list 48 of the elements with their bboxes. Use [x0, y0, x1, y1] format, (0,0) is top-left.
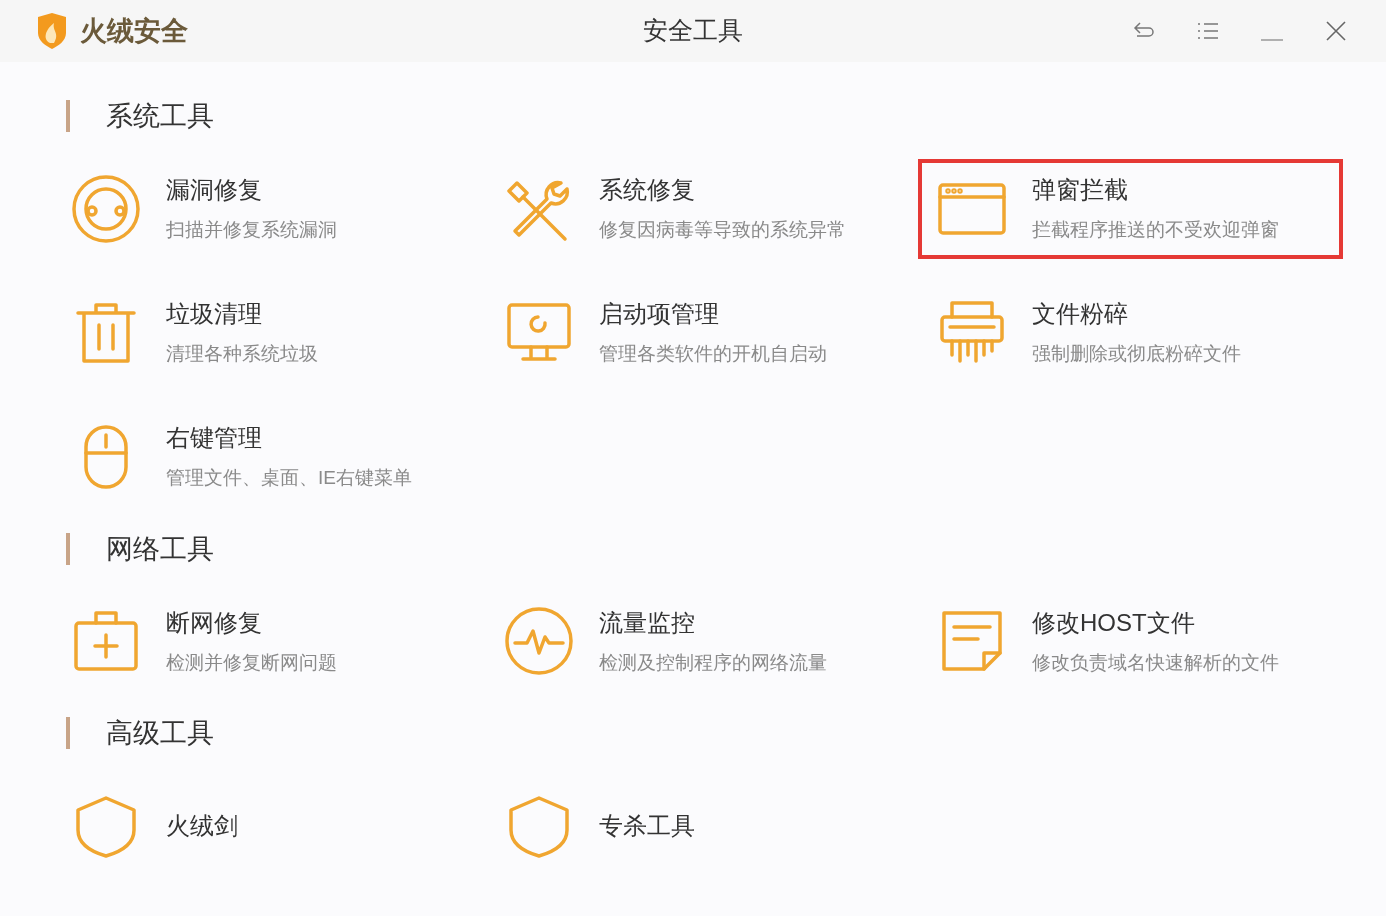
tool-item[interactable]: 断网修复 检测并修复断网问题 — [52, 591, 477, 691]
tool-description: 扫描并修复系统漏洞 — [166, 218, 337, 243]
tool-item[interactable]: 修改HOST文件 修改负责域名快速解析的文件 — [918, 591, 1343, 691]
section-title: 网络工具 — [106, 532, 214, 566]
tool-item[interactable]: 专杀工具 — [485, 775, 910, 876]
tool-item[interactable]: 垃圾清理 清理各种系统垃圾 — [52, 282, 477, 383]
tool-name: 系统修复 — [599, 175, 696, 206]
section-title: 高级工具 — [106, 717, 214, 750]
tool-item[interactable]: 系统修复 修复因病毒等导致的系统异常 — [485, 158, 910, 259]
tool-item[interactable]: 火绒剑 — [52, 775, 477, 876]
heartbeat-icon — [503, 605, 575, 677]
tool-name: 垃圾清理 — [166, 299, 263, 330]
tool-name: 漏洞修复 — [166, 175, 263, 206]
menu-icon — [1197, 22, 1219, 40]
section-marker — [66, 532, 70, 565]
tool-name: 弹窗拦截 — [1032, 175, 1129, 206]
tool-item[interactable]: 流量监控 检测及控制程序的网络流量 — [485, 591, 910, 691]
section-marker — [66, 100, 70, 133]
tool-name: 修改HOST文件 — [1032, 607, 1196, 638]
tool-item[interactable]: 漏洞修复 扫描并修复系统漏洞 — [52, 158, 477, 259]
tool-name: 文件粉碎 — [1032, 299, 1129, 330]
tool-name: 启动项管理 — [599, 299, 720, 330]
tool-description: 检测并修复断网问题 — [166, 650, 337, 675]
flame-shield-logo-icon — [36, 13, 68, 49]
tool-description: 强制删除或彻底粉碎文件 — [1032, 342, 1241, 367]
app-name: 火绒安全 — [80, 14, 188, 48]
tool-name: 专杀工具 — [599, 810, 695, 841]
tool-description: 检测及控制程序的网络流量 — [599, 650, 827, 675]
tool-item[interactable]: 右键管理 管理文件、桌面、IE右键菜单 — [52, 406, 477, 507]
close-icon — [1326, 21, 1346, 41]
tool-description: 拦截程序推送的不受欢迎弹窗 — [1032, 218, 1279, 243]
tool-name: 右键管理 — [166, 423, 263, 454]
tool-name: 流量监控 — [599, 607, 696, 638]
tool-description: 管理文件、桌面、IE右键菜单 — [166, 466, 412, 491]
tool-item[interactable]: 文件粉碎 强制删除或彻底粉碎文件 — [918, 282, 1343, 383]
section-marker — [66, 717, 70, 750]
lifebuoy-icon — [70, 172, 142, 245]
tool-item[interactable]: 弹窗拦截 拦截程序推送的不受欢迎弹窗 — [918, 158, 1343, 259]
tool-item[interactable]: 启动项管理 管理各类软件的开机自启动 — [485, 282, 910, 383]
minimize-icon — [1261, 39, 1283, 41]
tool-name: 火绒剑 — [166, 810, 238, 841]
tool-description: 清理各种系统垃圾 — [166, 342, 318, 367]
tool-description: 修改负责域名快速解析的文件 — [1032, 650, 1279, 675]
section-title: 系统工具 — [106, 100, 214, 133]
tool-name: 断网修复 — [166, 607, 263, 638]
tool-description: 管理各类软件的开机自启动 — [599, 342, 827, 367]
window-title: 安全工具 — [643, 15, 743, 47]
tool-description: 修复因病毒等导致的系统异常 — [599, 218, 846, 243]
